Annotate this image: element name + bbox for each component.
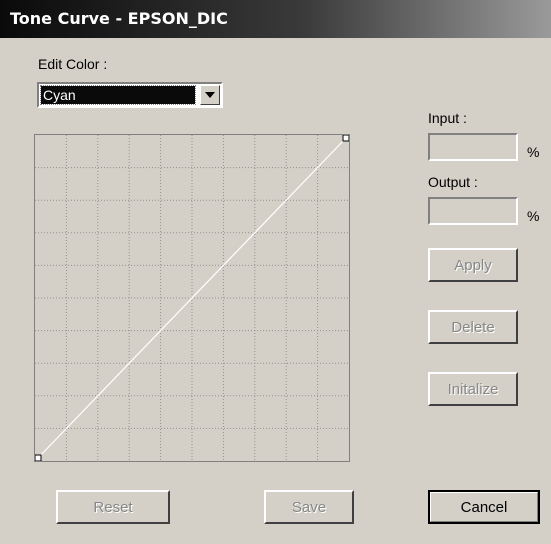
title-bar: Tone Curve - EPSON_DIC <box>0 0 551 38</box>
chevron-down-icon <box>205 92 215 98</box>
edit-color-label: Edit Color : <box>38 56 108 72</box>
edit-color-dropdown-button[interactable] <box>200 85 220 105</box>
apply-button[interactable]: Apply <box>428 248 518 282</box>
output-field[interactable] <box>428 197 518 225</box>
tone-curve-canvas[interactable] <box>35 135 349 461</box>
input-unit: % <box>527 144 540 160</box>
curve-control-point[interactable] <box>342 135 349 142</box>
window-title: Tone Curve - EPSON_DIC <box>10 9 228 28</box>
curve-control-point[interactable] <box>35 454 42 461</box>
delete-button-label: Delete <box>451 318 495 336</box>
input-field[interactable] <box>428 133 518 161</box>
input-label: Input : <box>428 110 467 126</box>
edit-color-select[interactable]: Cyan <box>37 82 223 108</box>
initialize-button-label: Initalize <box>447 380 499 398</box>
reset-button-label: Reset <box>93 498 133 516</box>
apply-button-label: Apply <box>454 256 492 274</box>
tone-curve-graph[interactable] <box>34 134 350 462</box>
output-label: Output : <box>428 174 478 190</box>
save-button[interactable]: Save <box>264 490 354 524</box>
save-button-label: Save <box>291 498 327 516</box>
output-unit: % <box>527 208 540 224</box>
cancel-button-label: Cancel <box>460 498 508 516</box>
initialize-button[interactable]: Initalize <box>428 372 518 406</box>
cancel-button[interactable]: Cancel <box>428 490 540 524</box>
reset-button[interactable]: Reset <box>56 490 170 524</box>
edit-color-value: Cyan <box>40 85 196 105</box>
delete-button[interactable]: Delete <box>428 310 518 344</box>
